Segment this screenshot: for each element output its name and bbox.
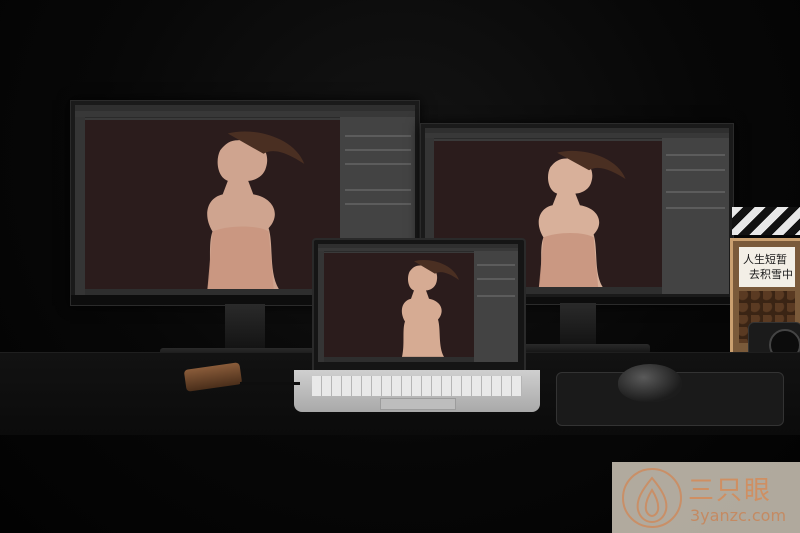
ps-tools-panel — [75, 116, 86, 297]
watermark: 三只眼 3yanzc.com — [612, 462, 800, 533]
laptop-keyboard — [312, 376, 522, 396]
sign-line-2: 去积雪中 — [749, 268, 793, 281]
ps-statusbar — [324, 357, 474, 362]
ps-canvas — [324, 253, 474, 358]
laptop-trackpad — [380, 398, 456, 410]
clapperboard — [732, 207, 800, 235]
model-figure-icon — [207, 131, 305, 290]
laptop-keyboard-deck — [294, 370, 540, 412]
sign-line-1: 人生短暂 — [743, 253, 787, 266]
right-monitor-stand — [560, 303, 596, 348]
laptop-photoshop-window — [318, 244, 518, 362]
left-monitor-stand — [225, 304, 265, 352]
watermark-title: 三只眼 — [688, 476, 773, 506]
ps-panels — [474, 251, 518, 362]
photo-scene: 人生短暂 去积雪中 三只眼 3yanzc.com — [0, 0, 800, 533]
ps-canvas — [85, 120, 341, 290]
laptop-screen — [312, 238, 526, 374]
cable — [240, 382, 300, 385]
model-figure-icon — [401, 260, 459, 358]
watermark-url: 3yanzc.com — [690, 506, 787, 525]
ps-panels — [662, 137, 729, 294]
mouse — [618, 364, 682, 402]
eye-logo-icon — [622, 468, 682, 528]
